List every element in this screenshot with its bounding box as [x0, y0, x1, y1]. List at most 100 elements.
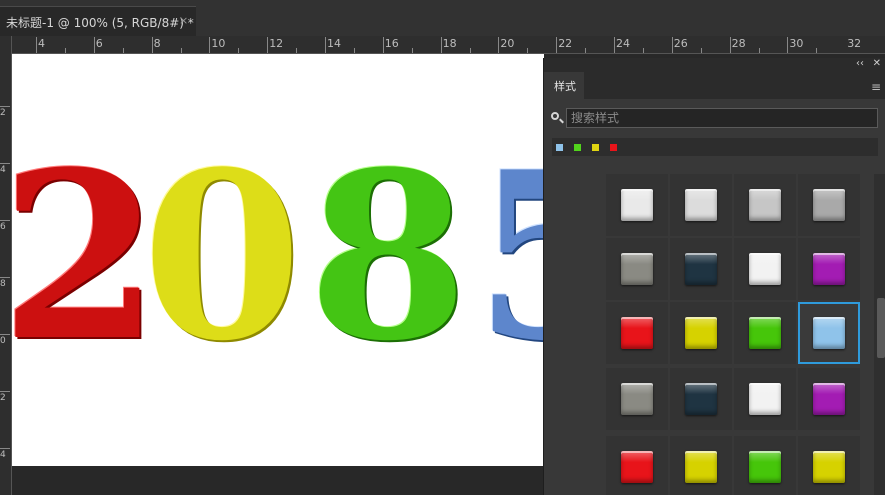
style-swatch-cell[interactable]: [670, 368, 732, 430]
ruler-tick: [787, 37, 789, 53]
ruler-label: 16: [384, 37, 399, 50]
close-panel-icon[interactable]: ✕: [873, 58, 881, 69]
style-swatch: [621, 383, 653, 415]
style-swatch: [749, 253, 781, 285]
style-swatch-cell[interactable]: [798, 238, 860, 300]
styles-panel: ‹‹ ✕ 样式 ≡: [543, 58, 885, 495]
styles-grid: [544, 174, 874, 495]
scrollbar-thumb[interactable]: [877, 298, 885, 358]
ruler-tick: [469, 48, 471, 53]
ruler-tick: [296, 48, 298, 53]
style-swatch-cell[interactable]: [734, 302, 796, 364]
ruler-tick: [642, 48, 644, 53]
ruler-label: 14: [327, 37, 341, 50]
style-swatch-cell[interactable]: [606, 174, 668, 236]
style-swatch: [621, 189, 653, 221]
style-swatch-cell[interactable]: [670, 238, 732, 300]
ruler-tick: [0, 391, 10, 392]
style-swatch-cell[interactable]: [606, 436, 668, 495]
ruler-label: 20: [500, 37, 515, 50]
horizontal-ruler[interactable]: 4 6 8 10 12 14 16 18 20 22 24 26 28 30 32: [11, 36, 885, 54]
ruler-label: 26: [673, 37, 688, 50]
ruler-tick: [93, 37, 95, 53]
style-swatch: [685, 317, 717, 349]
style-swatch: [685, 383, 717, 415]
document-tab-bar: 未标题-1 @ 100% (5, RGB/8#) * ×: [0, 0, 885, 36]
ruler-tick: [382, 37, 384, 53]
tab-styles-label: 样式: [554, 80, 576, 93]
ruler-label: 4: [0, 450, 6, 460]
pasteboard: [12, 466, 544, 495]
ruler-label: 4: [0, 165, 6, 175]
ruler-tick: [0, 277, 10, 278]
collapse-panel-icon[interactable]: ‹‹: [856, 58, 864, 69]
ruler-label: 18: [442, 37, 457, 50]
ruler-label: 22: [558, 37, 573, 50]
document-tab[interactable]: 未标题-1 @ 100% (5, RGB/8#) * ×: [0, 6, 196, 36]
style-swatch-cell[interactable]: [798, 302, 860, 364]
style-swatch-cell[interactable]: [606, 302, 668, 364]
ruler-tick: [671, 37, 673, 53]
style-swatch-cell[interactable]: [606, 368, 668, 430]
recent-style-swatch[interactable]: [610, 144, 617, 151]
styles-list-header: [544, 162, 885, 174]
panel-menu-icon[interactable]: ≡: [871, 80, 881, 94]
ruler-tick: [180, 48, 182, 53]
ruler-tick: [238, 48, 240, 53]
ruler-tick: [758, 48, 760, 53]
ruler-tick: [0, 220, 10, 221]
style-swatch-cell[interactable]: [670, 302, 732, 364]
recent-style-swatch[interactable]: [592, 144, 599, 151]
close-icon[interactable]: ×: [179, 14, 188, 27]
ruler-tick: [64, 48, 66, 53]
style-swatch-cell[interactable]: [734, 436, 796, 495]
ruler-label: 6: [95, 37, 103, 50]
style-swatch-cell[interactable]: [734, 174, 796, 236]
ruler-label: 2: [0, 108, 6, 118]
ruler-tick: [700, 48, 702, 53]
style-swatch: [685, 451, 717, 483]
style-swatch: [621, 253, 653, 285]
style-swatch-cell[interactable]: [798, 368, 860, 430]
style-swatch: [813, 189, 845, 221]
style-swatch-cell[interactable]: [734, 238, 796, 300]
ruler-label: 4: [38, 37, 45, 50]
style-swatch-cell[interactable]: [798, 174, 860, 236]
ruler-tick: [614, 37, 615, 53]
ruler-label: 2: [0, 393, 6, 403]
ruler-tick: [122, 48, 124, 53]
panel-title-bar[interactable]: ‹‹ ✕: [544, 58, 885, 72]
recent-style-swatch[interactable]: [556, 144, 563, 151]
document-canvas[interactable]: 2 0 8 5: [12, 54, 544, 466]
search-styles-input[interactable]: [566, 108, 878, 128]
styles-scrollbar[interactable]: [874, 174, 885, 495]
digit-green-8: 8: [308, 122, 469, 392]
document-tab-title: 未标题-1 @ 100% (5, RGB/8#) *: [6, 16, 194, 30]
style-swatch: [621, 451, 653, 483]
ruler-tick: [0, 163, 10, 164]
ruler-tick: [498, 37, 500, 53]
style-swatch-cell[interactable]: [734, 368, 796, 430]
ruler-tick: [36, 37, 37, 53]
search-icon: [551, 112, 559, 120]
ruler-label: 8: [153, 37, 161, 50]
style-swatch: [685, 189, 717, 221]
recent-style-swatch[interactable]: [574, 144, 581, 151]
tab-styles[interactable]: 样式: [546, 72, 584, 99]
style-swatch-cell[interactable]: [798, 436, 860, 495]
ruler-tick: [411, 48, 413, 53]
ruler-tick: [267, 37, 269, 53]
style-swatch: [749, 451, 781, 483]
style-swatch-cell[interactable]: [670, 174, 732, 236]
vertical-ruler[interactable]: 2 4 6 8 0 2 4: [0, 36, 12, 495]
style-swatch-cell[interactable]: [670, 436, 732, 495]
digit-blue-5: 5: [474, 142, 544, 372]
style-swatch-cell[interactable]: [606, 238, 668, 300]
ruler-label: 0: [0, 336, 6, 346]
digit-red-2: 2: [12, 122, 161, 392]
style-swatch: [621, 317, 653, 349]
style-swatch: [813, 253, 845, 285]
style-swatch: [813, 451, 845, 483]
style-swatch: [685, 253, 717, 285]
ruler-label: 10: [211, 37, 226, 50]
